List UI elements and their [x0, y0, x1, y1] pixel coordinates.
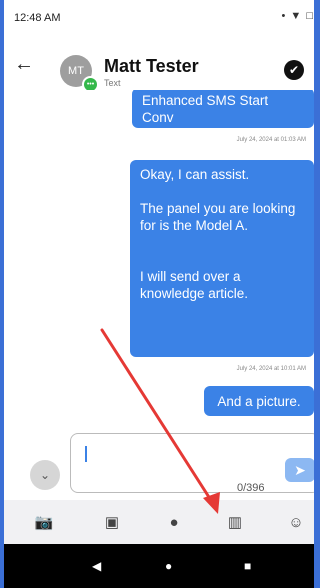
message-input[interactable]: 0/396 ➤	[70, 433, 314, 494]
chat-icon[interactable]: ●	[164, 514, 184, 532]
contact-name: Matt Tester	[104, 56, 199, 76]
resolve-check-icon[interactable]: ✔	[284, 60, 304, 80]
nav-home-icon[interactable]: ●	[165, 559, 172, 573]
nav-recents-icon[interactable]: ■	[244, 559, 251, 573]
back-arrow-icon[interactable]: ←	[14, 54, 34, 74]
status-time: 12:48 AM	[14, 12, 61, 24]
message-bubble: Enhanced SMS Start Conv	[132, 90, 314, 128]
expand-chevron-icon[interactable]: ⌄	[30, 460, 60, 490]
knowledge-book-icon[interactable]: ▥	[225, 514, 245, 532]
avatar-initials: MT	[68, 65, 84, 77]
status-bar: 12:48 AM • ▼ □	[4, 0, 314, 38]
message-bubble: Okay, I can assist. The panel you are lo…	[130, 160, 314, 357]
character-counter: 0/396	[237, 482, 265, 494]
message-list[interactable]: Enhanced SMS Start Conv July 24, 2024 at…	[4, 90, 314, 428]
text-cursor	[85, 446, 87, 462]
conversation-header: ← MT ••• Matt Tester Text ✔	[4, 40, 314, 93]
message-timestamp: July 24, 2024 at 01:03 AM	[236, 137, 306, 143]
message-composer: ⌄ 0/396 ➤	[4, 428, 314, 500]
gallery-icon[interactable]: ▣	[102, 514, 122, 532]
message-timestamp: July 24, 2024 at 10:01 AM	[236, 366, 306, 372]
send-icon[interactable]: ➤	[285, 458, 314, 482]
message-bubble: And a picture.	[204, 386, 314, 416]
transfer-agent-icon[interactable]: ☺	[286, 514, 306, 532]
camera-icon[interactable]: 📷	[34, 514, 54, 532]
action-toolbar: 📷 ▣ ● ▥ ☺	[4, 500, 314, 544]
nav-back-icon[interactable]: ◀	[92, 559, 101, 573]
status-icons: • ▼ □	[281, 10, 314, 22]
phone-screen: 12:48 AM • ▼ □ ← MT ••• Matt Tester Text…	[4, 0, 314, 588]
android-nav-bar: ◀ ● ■	[4, 544, 314, 588]
contact-subtitle: Text	[104, 78, 121, 88]
